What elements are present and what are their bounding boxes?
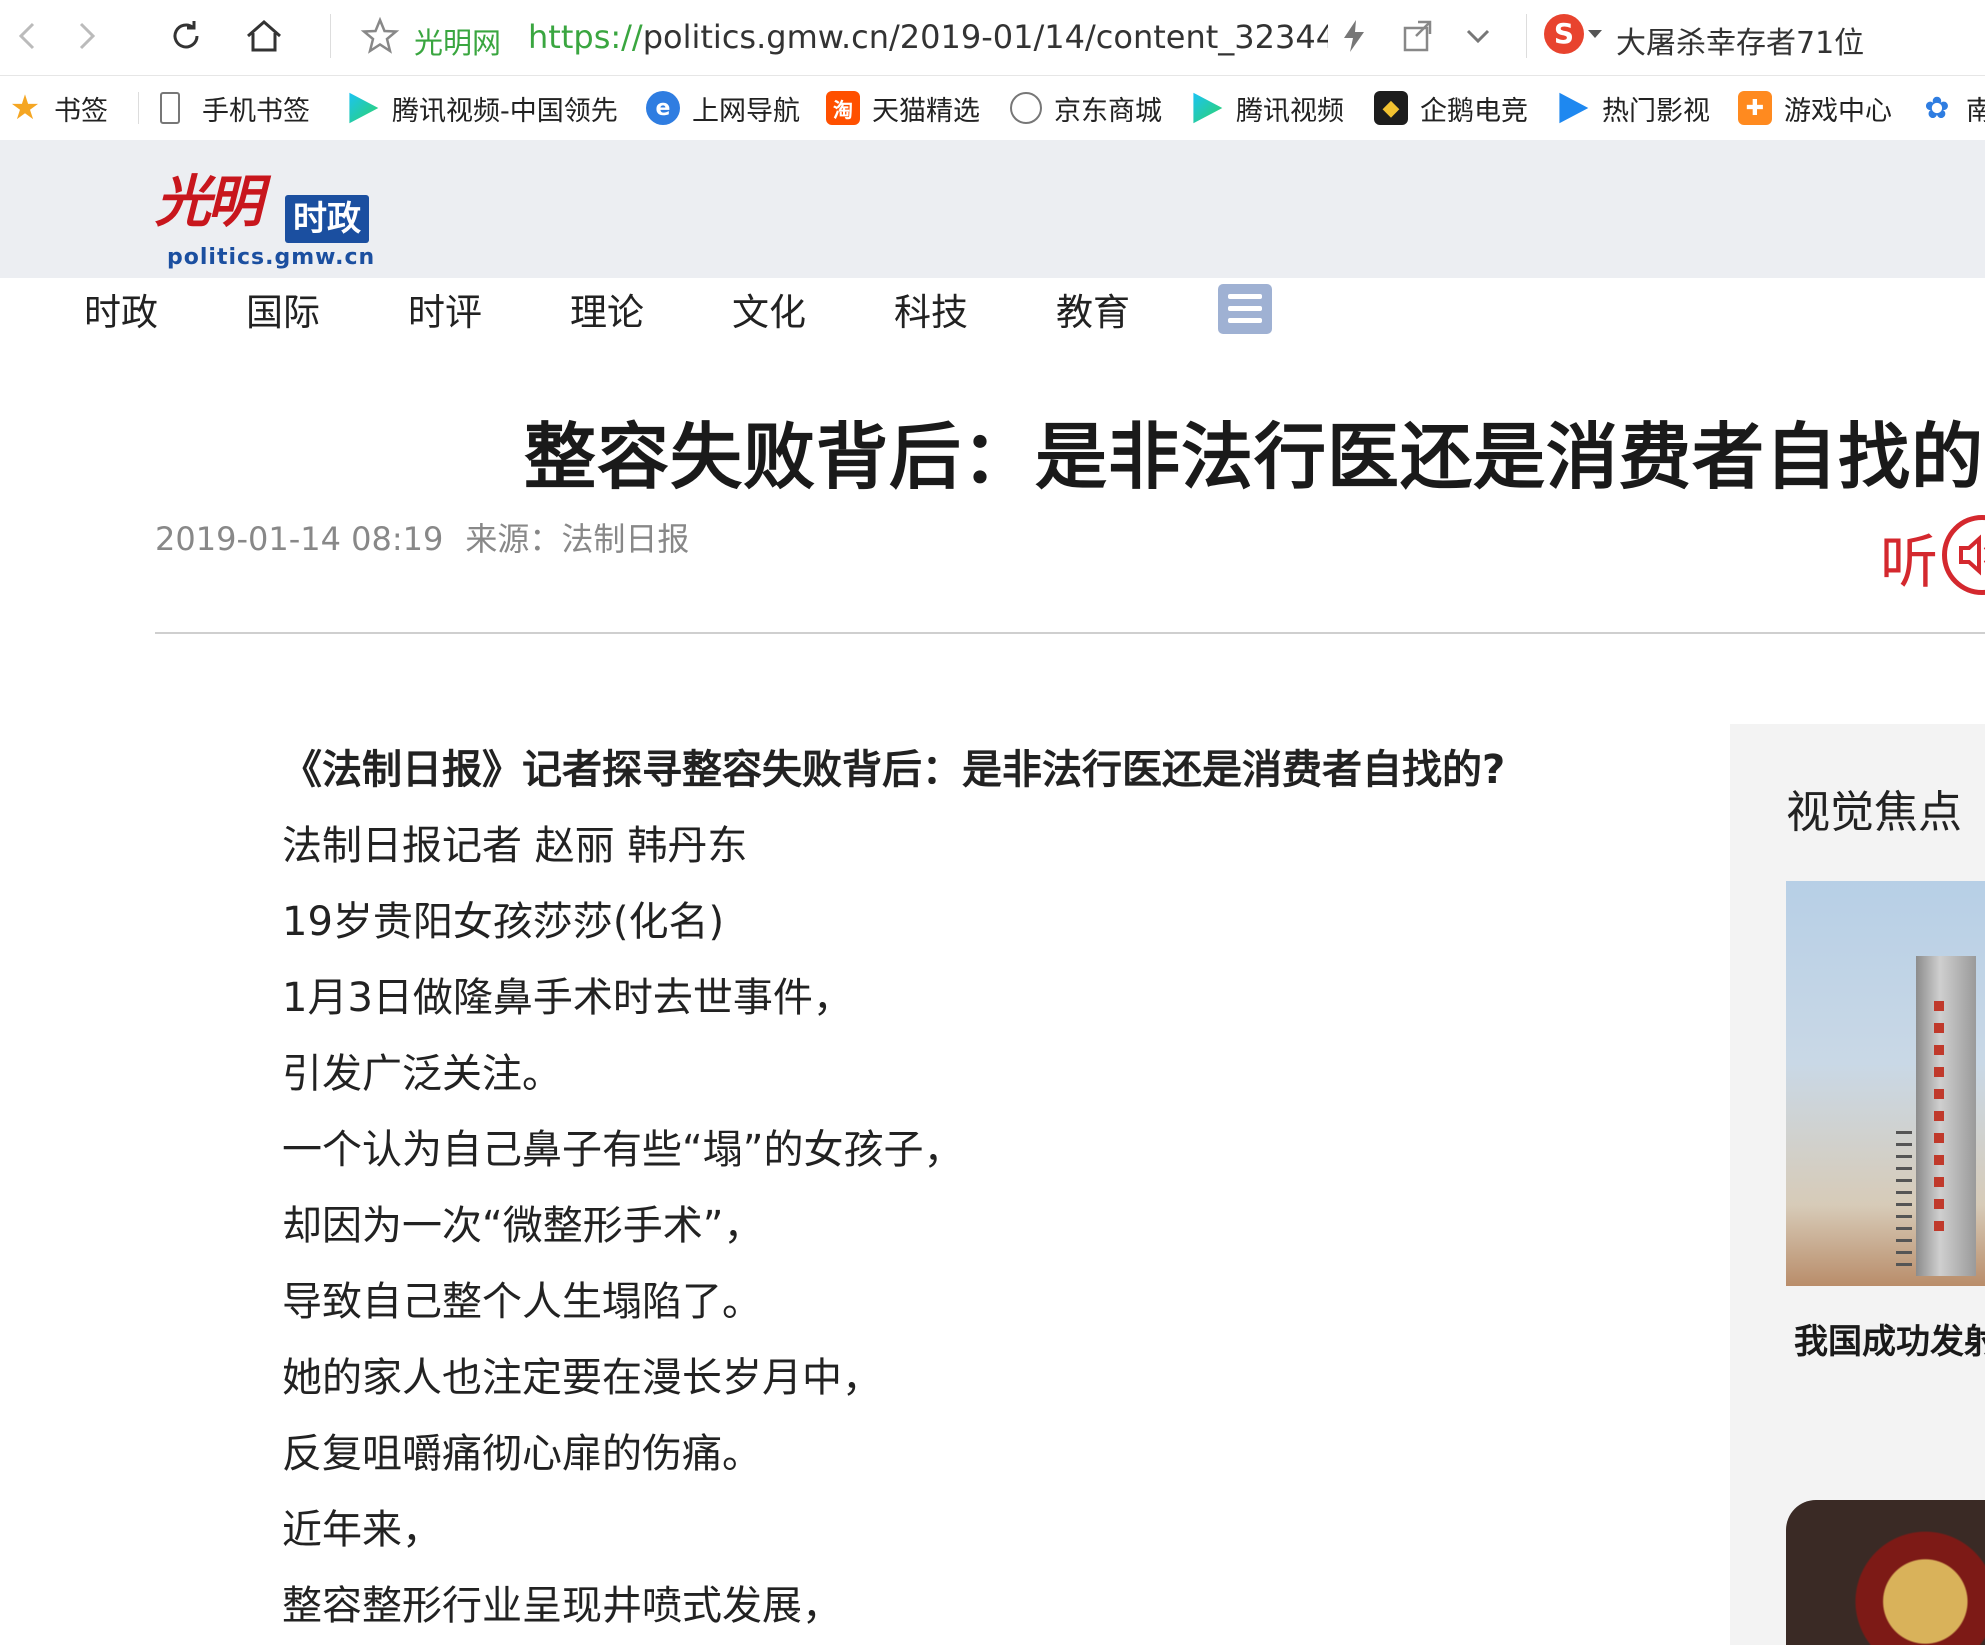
listen-label: 听 <box>1880 528 1939 596</box>
launch-tower-shape <box>1916 956 1976 1276</box>
focus-image-launch-tower[interactable] <box>1786 881 1985 1286</box>
article-paragraph: 整容整形行业呈现井喷式发展， <box>282 1583 842 1629</box>
phone-icon <box>160 92 180 124</box>
search-box[interactable]: S 大屠杀幸存者71位 <box>1540 10 1985 64</box>
taobao-icon: 淘 <box>826 91 860 125</box>
bookmark-label: 天猫精选 <box>872 95 980 127</box>
logo-domain: politics.gmw.cn <box>167 245 376 270</box>
bookmark-item[interactable]: 腾讯视频 <box>1190 88 1344 128</box>
site-header: 光明 时政 politics.gmw.cn <box>0 140 1985 278</box>
nav-item-technology[interactable]: 科技 <box>894 282 968 336</box>
paw-icon: ✿ <box>1924 90 1950 126</box>
site-logo[interactable]: 光明 时政 politics.gmw.cn <box>155 155 385 270</box>
listen-button[interactable]: 听 <box>1880 515 1985 596</box>
lightning-icon[interactable] <box>1332 14 1376 58</box>
main-nav: 时政 国际 时评 理论 文化 科技 教育 <box>0 278 1985 348</box>
article-lead: 《法制日报》记者探寻整容失败背后：是非法行医还是消费者自找的? <box>282 747 1506 793</box>
bookmark-item[interactable]: e 上网导航 <box>646 88 800 128</box>
article-paragraph: 法制日报记者 赵丽 韩丹东 <box>282 823 748 869</box>
speaker-icon <box>1942 515 1985 595</box>
focus-image-second[interactable] <box>1786 1500 1985 1645</box>
article-body: 《法制日报》记者探寻整容失败背后：是非法行医还是消费者自找的? 法制日报记者 赵… <box>282 732 1702 1644</box>
header-divider <box>155 632 1985 634</box>
bookmark-star-icon[interactable] <box>360 16 400 56</box>
sogou-search-icon[interactable]: S <box>1544 14 1584 54</box>
gamepad-icon: ✚ <box>1738 91 1772 125</box>
bookmark-label: 游戏中心 <box>1784 95 1892 127</box>
nav-item-international[interactable]: 国际 <box>246 282 320 336</box>
tencent-video-icon <box>349 92 379 124</box>
logo-badge: 时政 <box>285 195 369 243</box>
ie-icon: e <box>646 91 680 125</box>
bookmark-item[interactable]: 腾讯视频-中国领先 <box>346 88 626 128</box>
nav-item-education[interactable]: 教育 <box>1056 282 1130 336</box>
search-engine-dropdown-icon[interactable] <box>1588 30 1602 38</box>
penguin-esports-icon: ◆ <box>1374 91 1408 125</box>
toolbar-divider <box>330 14 331 58</box>
nav-item-commentary[interactable]: 时评 <box>408 282 482 336</box>
article-paragraph: 一个认为自己鼻子有些“塌”的女孩子， <box>282 1127 964 1173</box>
article-paragraph: 导致自己整个人生塌陷了。 <box>282 1279 762 1325</box>
logo-script: 光明 <box>155 169 263 235</box>
bookmark-label: 京东商城 <box>1054 95 1162 127</box>
bookmark-item[interactable]: 手机书签 <box>160 88 310 128</box>
article-source: 来源：法制日报 <box>465 520 690 558</box>
bookmark-label: 热门影视 <box>1602 95 1710 127</box>
back-icon[interactable] <box>6 14 50 58</box>
menu-list-icon[interactable] <box>1218 284 1272 334</box>
bookmark-item[interactable]: ◆ 企鹅电竞 <box>1374 88 1528 128</box>
share-icon[interactable] <box>1396 14 1440 58</box>
bookmark-item[interactable]: 京东商城 <box>1010 88 1162 128</box>
bookmark-item[interactable]: 淘 天猫精选 <box>826 88 980 128</box>
bookmark-item[interactable]: ✿ 南 <box>1920 88 1985 128</box>
bookmark-label: 南 <box>1966 89 1985 128</box>
article-paragraph: 1月3日做隆鼻手术时去世事件， <box>282 975 853 1021</box>
article-headline: 整容失败背后：是非法行医还是消费者自找的? <box>524 415 1985 499</box>
bookmark-label: 手机书签 <box>202 95 310 127</box>
nav-item-politics[interactable]: 时政 <box>84 282 158 336</box>
search-input[interactable]: 大屠杀幸存者71位 <box>1616 18 1864 62</box>
browser-toolbar: 光明网 https://politics.gmw.cn/2019-01/14/c… <box>0 0 1985 76</box>
bookmark-label: 书签 <box>54 95 108 127</box>
toolbar-divider <box>1526 14 1527 58</box>
article-date: 2019-01-14 08:19 <box>155 520 444 558</box>
globe-icon <box>1010 92 1042 124</box>
article-paragraph: 19岁贵阳女孩莎莎(化名) <box>282 899 725 945</box>
tower-lettering-shape <box>1934 1001 1944 1241</box>
bookmark-label: 企鹅电竞 <box>1420 95 1528 127</box>
url-path: politics.gmw.cn/2019-01/14/content_32344… <box>642 18 1328 56</box>
bookmark-label: 腾讯视频-中国领先 <box>392 95 618 127</box>
bookmark-item[interactable]: 热门影视 <box>1556 88 1710 128</box>
star-icon: ★ <box>9 88 41 128</box>
focus-caption[interactable]: 我国成功发射 <box>1794 1314 1985 1363</box>
sidebar-visual-focus: 视觉焦点 我国成功发射 <box>1730 724 1985 1645</box>
crane-shape <box>1896 1131 1912 1271</box>
article-paragraph: 她的家人也注定要在漫长岁月中， <box>282 1355 882 1401</box>
bookmark-item[interactable]: ✚ 游戏中心 <box>1738 88 1892 128</box>
bookmarks-bar: ★ 书签 手机书签 腾讯视频-中国领先 e 上网导航 淘 天猫精选 京东商城 腾… <box>0 76 1985 141</box>
refresh-icon[interactable] <box>164 14 208 58</box>
play-icon <box>1559 92 1589 124</box>
nav-item-theory[interactable]: 理论 <box>570 282 644 336</box>
url-text[interactable]: https://politics.gmw.cn/2019-01/14/conte… <box>528 18 1328 56</box>
url-protocol: https:// <box>528 18 643 56</box>
article-paragraph: 引发广泛关注。 <box>282 1051 562 1097</box>
article-paragraph: 却因为一次“微整形手术”， <box>282 1203 764 1249</box>
site-name-label: 光明网 <box>414 26 502 60</box>
bookmark-divider <box>138 92 139 124</box>
article-paragraph: 反复咀嚼痛彻心扉的伤痛。 <box>282 1431 762 1477</box>
home-icon[interactable] <box>242 14 286 58</box>
bookmark-label: 腾讯视频 <box>1236 95 1344 127</box>
forward-icon[interactable] <box>64 14 108 58</box>
article-paragraph: 近年来， <box>282 1507 442 1553</box>
sidebar-title: 视觉焦点 <box>1786 787 1962 838</box>
bookmark-item[interactable]: ★ 书签 <box>8 88 108 128</box>
tencent-video-icon <box>1193 92 1223 124</box>
nav-item-culture[interactable]: 文化 <box>732 282 806 336</box>
chevron-down-icon[interactable] <box>1456 14 1500 58</box>
article-meta: 2019-01-14 08:19 来源：法制日报 <box>155 514 711 560</box>
bookmark-label: 上网导航 <box>692 95 800 127</box>
